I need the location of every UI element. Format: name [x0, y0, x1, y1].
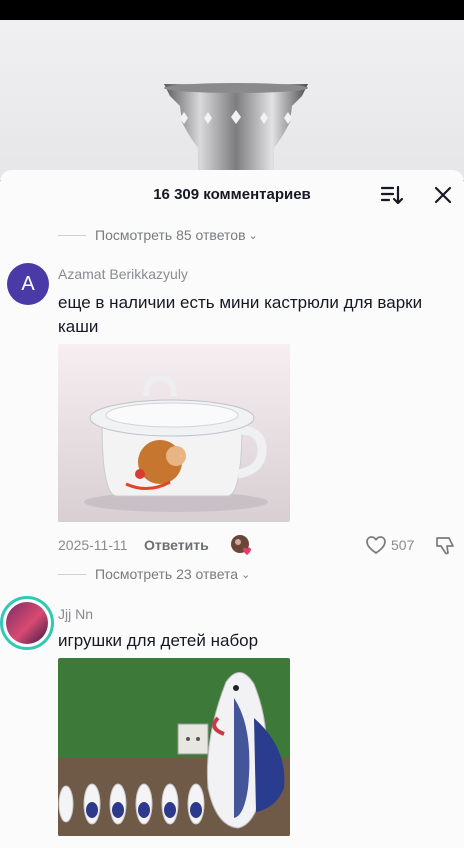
status-bar — [0, 0, 464, 20]
video-frame-vase — [164, 83, 308, 180]
like-count: 507 — [391, 537, 415, 553]
enamel-pot-image — [58, 344, 290, 522]
comments-panel: 16 309 комментариев Посмотреть 85 ответо… — [0, 170, 464, 848]
divider-line — [58, 234, 86, 236]
creator-liked-icon — [231, 535, 251, 555]
avatar-image — [6, 602, 48, 644]
close-icon[interactable] — [431, 183, 455, 207]
view-replies-button[interactable]: Посмотреть 85 ответов ⌄ — [58, 227, 258, 243]
comment-date: 2025-11-11 — [58, 537, 128, 553]
chevron-down-icon: ⌄ — [241, 568, 251, 581]
comment-photo-enamel-pot[interactable] — [58, 344, 290, 522]
comment-photo-toys[interactable] — [58, 658, 290, 836]
view-replies-label: Посмотреть 85 ответов — [95, 227, 246, 243]
sort-icon[interactable] — [380, 183, 404, 207]
chevron-down-icon: ⌄ — [248, 229, 258, 242]
view-replies-button[interactable]: Посмотреть 23 ответа ⌄ — [58, 566, 250, 582]
dislike-icon[interactable] — [434, 534, 456, 556]
like-heart-icon[interactable] — [365, 534, 387, 556]
avatar[interactable]: A — [7, 263, 49, 305]
comments-header: 16 309 комментариев — [0, 170, 464, 218]
comment-text: игрушки для детей набор — [58, 631, 259, 650]
comment-username[interactable]: Azamat Berikkazyuly — [58, 266, 188, 282]
comment-username[interactable]: Jjj Nn — [58, 606, 93, 622]
view-replies-label: Посмотреть 23 ответа — [95, 566, 239, 582]
comment-actions: 2025-11-11 Ответить 507 — [58, 534, 458, 560]
toy-figurines-image — [58, 658, 290, 836]
divider-line — [58, 573, 86, 575]
avatar-letter: A — [21, 272, 35, 295]
comment-text: еще в наличии есть мини кастрюли для вар… — [58, 293, 423, 336]
reply-button[interactable]: Ответить — [144, 537, 209, 553]
video-preview[interactable] — [0, 20, 464, 180]
avatar[interactable] — [0, 596, 54, 650]
